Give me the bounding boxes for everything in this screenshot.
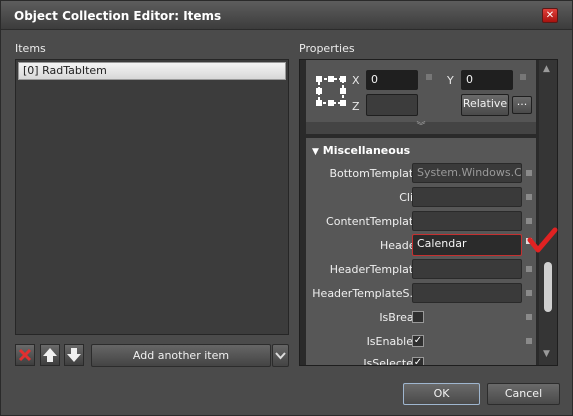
properties-scrollbar[interactable]: ▲ ▼ xyxy=(539,60,557,365)
prop-marker xyxy=(526,194,532,200)
position-editor: X 0 Y 0 Z Relative ··· xyxy=(306,60,536,122)
prop-marker xyxy=(526,218,532,224)
properties-grid[interactable]: X 0 Y 0 Z Relative ··· ︾ ▼ Miscellaneous… xyxy=(299,59,558,366)
prop-marker xyxy=(526,314,532,320)
x-marker xyxy=(426,74,432,80)
y-marker xyxy=(520,74,526,80)
remove-item-button[interactable] xyxy=(15,344,35,366)
arrow-down-icon xyxy=(67,348,81,362)
prop-marker xyxy=(526,170,532,176)
list-item[interactable]: [0] RadTabItem xyxy=(18,62,286,80)
collapse-toggle[interactable]: ︾ xyxy=(306,122,536,134)
checkmark-icon: ✓ xyxy=(413,335,423,346)
isenabled-checkbox[interactable]: ✓ xyxy=(412,335,424,347)
ok-button[interactable]: OK xyxy=(403,383,480,405)
prop-name-bottomtemplate: BottomTemplate xyxy=(329,167,420,180)
y-label: Y xyxy=(447,74,454,87)
scroll-up-icon[interactable]: ▲ xyxy=(543,64,550,74)
prop-value-bottomtemplate[interactable]: System.Windows.C... xyxy=(412,163,522,183)
double-chevron-down-icon: ︾ xyxy=(416,122,426,132)
more-options-button[interactable]: ··· xyxy=(512,96,532,114)
close-button[interactable]: ✕ xyxy=(542,8,558,23)
items-label: Items xyxy=(15,42,46,55)
z-input[interactable] xyxy=(366,94,418,116)
add-item-dropdown-button[interactable] xyxy=(272,344,289,367)
move-down-button[interactable] xyxy=(64,344,84,366)
window-title: Object Collection Editor: Items xyxy=(14,9,222,23)
prop-value-headertemplateselector[interactable] xyxy=(412,283,522,303)
cancel-button[interactable]: Cancel xyxy=(487,383,560,405)
y-input[interactable]: 0 xyxy=(461,70,513,90)
object-collection-editor-window: Object Collection Editor: Items ✕ Items … xyxy=(0,0,573,416)
titlebar: Object Collection Editor: Items ✕ xyxy=(1,1,572,30)
prop-marker xyxy=(526,338,532,344)
prop-marker xyxy=(526,290,532,296)
add-another-item-button[interactable]: Add another item xyxy=(91,344,271,367)
section-title: Miscellaneous xyxy=(322,144,411,157)
prop-value-header[interactable]: Calendar xyxy=(412,234,522,256)
prop-name-headertemplate: HeaderTemplate xyxy=(329,263,420,276)
move-up-button[interactable] xyxy=(40,344,60,366)
scroll-thumb[interactable] xyxy=(544,262,552,312)
z-label: Z xyxy=(352,100,360,113)
x-input[interactable]: 0 xyxy=(366,70,418,90)
prop-value-headertemplate[interactable] xyxy=(412,259,522,279)
miscellaneous-section: ▼ Miscellaneous BottomTemplate System.Wi… xyxy=(306,138,536,366)
properties-label: Properties xyxy=(299,42,355,55)
prop-name-contenttemplate: ContentTemplate xyxy=(326,215,420,228)
chevron-down-icon xyxy=(275,352,286,360)
delete-icon xyxy=(18,348,32,362)
x-label: X xyxy=(352,74,360,87)
position-grid-icon xyxy=(316,76,346,106)
prop-marker xyxy=(526,266,532,272)
triangle-down-icon: ▼ xyxy=(312,147,319,157)
arrow-up-icon xyxy=(43,348,57,362)
prop-value-contenttemplate[interactable] xyxy=(412,211,522,231)
close-icon: ✕ xyxy=(545,10,555,21)
miscellaneous-header[interactable]: ▼ Miscellaneous xyxy=(312,144,410,157)
prop-value-clip[interactable] xyxy=(412,187,522,207)
checkmark-icon: ✓ xyxy=(413,357,423,366)
scroll-down-icon[interactable]: ▼ xyxy=(543,349,550,359)
isbreak-checkbox[interactable] xyxy=(412,311,424,323)
isselected-checkbox[interactable]: ✓ xyxy=(412,357,424,366)
relative-button[interactable]: Relative xyxy=(461,94,509,116)
red-checkmark-icon xyxy=(527,227,558,253)
items-list[interactable]: [0] RadTabItem xyxy=(15,59,289,335)
prop-name-headertemplateselector: HeaderTemplateS... xyxy=(312,287,420,300)
